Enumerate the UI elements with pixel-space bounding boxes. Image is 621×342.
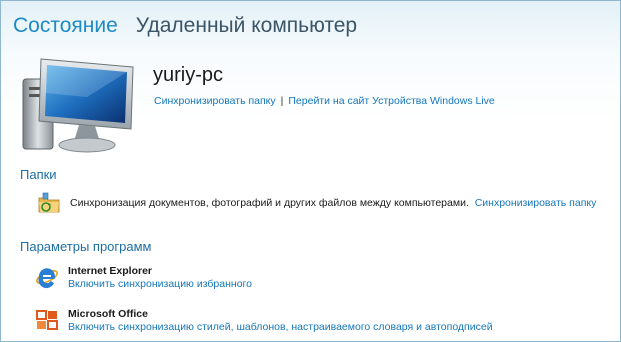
folders-section-title: Папки [20, 167, 57, 182]
folders-sync-link[interactable]: Синхронизировать папку [475, 197, 597, 209]
enable-favorites-sync-link[interactable]: Включить синхронизацию избранного [68, 278, 252, 290]
tab-status[interactable]: Состояние [13, 13, 118, 39]
folders-row-text: Синхронизация документов, фотографий и д… [70, 197, 596, 210]
program-name: Internet Explorer [68, 265, 153, 277]
tab-bar: Состояние Удаленный компьютер [13, 13, 357, 39]
device-name: yuriy-pc [153, 64, 224, 86]
microsoft-office-icon [36, 310, 58, 330]
program-item: Internet Explorer Включить синхронизацию… [35, 265, 252, 291]
app-window: Состояние Удаленный компьютер yuriy-pc С… [0, 0, 621, 342]
folders-row: Синхронизация документов, фотографий и д… [37, 191, 596, 215]
enable-office-sync-link[interactable]: Включить синхронизацию стилей, шаблонов,… [68, 321, 493, 333]
tab-remote-computer[interactable]: Удаленный компьютер [136, 13, 357, 39]
device-links: Синхронизировать папку | Перейти на сайт У… [154, 95, 495, 107]
windows-live-devices-link[interactable]: Перейти на сайт Устройства Windows Live [288, 95, 494, 107]
link-separator: | [280, 95, 284, 107]
folder-sync-icon [38, 192, 60, 213]
program-name: Microsoft Office [68, 308, 148, 320]
program-item: Microsoft Office Включить синхронизацию … [35, 308, 493, 334]
programs-section-title: Параметры программ [20, 239, 152, 254]
folders-description: Синхронизация документов, фотографий и д… [70, 197, 469, 209]
sync-folder-link[interactable]: Синхронизировать папку [154, 95, 276, 107]
computer-icon [22, 58, 134, 153]
program-item-text: Internet Explorer Включить синхронизацию… [68, 265, 252, 291]
program-item-text: Microsoft Office Включить синхронизацию … [68, 308, 493, 334]
internet-explorer-icon [36, 268, 58, 289]
